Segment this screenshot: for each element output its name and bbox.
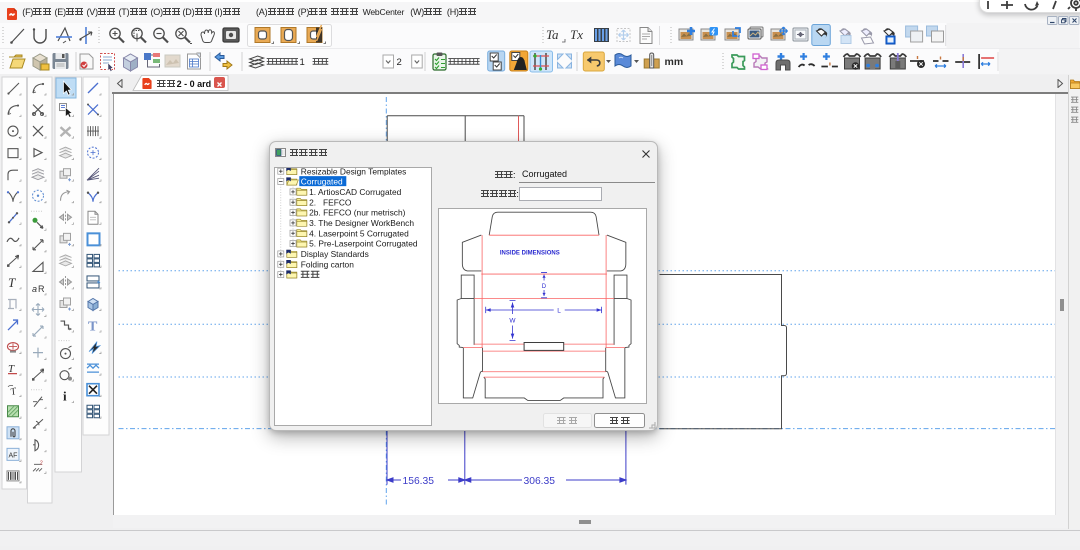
svg-text:L: L bbox=[557, 307, 561, 314]
svg-text:Resizable Design Templates: Resizable Design Templates bbox=[301, 168, 407, 176]
svg-text:mm: mm bbox=[665, 56, 684, 68]
svg-text:3. The Designer WorkBench: 3. The Designer WorkBench bbox=[309, 218, 414, 228]
svg-text:306.35: 306.35 bbox=[523, 476, 555, 487]
svg-text:i: i bbox=[63, 389, 67, 404]
svg-text:Ta: Ta bbox=[546, 27, 559, 42]
svg-text:1. ArtiosCAD Corrugated: 1. ArtiosCAD Corrugated bbox=[309, 187, 402, 197]
svg-text:W: W bbox=[509, 317, 516, 324]
svg-text:T: T bbox=[88, 320, 98, 335]
svg-text:AF: AF bbox=[9, 452, 18, 459]
svg-text:1: 1 bbox=[300, 57, 305, 68]
svg-text:Folding carton: Folding carton bbox=[301, 259, 354, 269]
svg-text:2b. FEFCO (nur metrisch): 2b. FEFCO (nur metrisch) bbox=[309, 208, 406, 218]
svg-text:2: 2 bbox=[40, 460, 43, 466]
svg-text:D: D bbox=[541, 284, 546, 290]
svg-text:INSIDE DIMENSIONS: INSIDE DIMENSIONS bbox=[499, 251, 559, 257]
svg-text:a: a bbox=[32, 284, 37, 294]
svg-text:2. FEFCO: 2. FEFCO bbox=[309, 197, 352, 207]
svg-text:T: T bbox=[8, 275, 16, 290]
svg-text:Tx: Tx bbox=[570, 27, 583, 42]
svg-text:Display Standards: Display Standards bbox=[301, 249, 369, 259]
svg-text:5. Pre-Laserpoint Corrugated: 5. Pre-Laserpoint Corrugated bbox=[309, 239, 418, 249]
svg-text:R: R bbox=[38, 284, 45, 294]
svg-text:Corrugated: Corrugated bbox=[301, 177, 343, 187]
svg-text:2: 2 bbox=[397, 57, 402, 68]
svg-text:156.35: 156.35 bbox=[402, 476, 434, 487]
svg-text:4. Laserpoint 5 Corrugated: 4. Laserpoint 5 Corrugated bbox=[309, 228, 409, 238]
